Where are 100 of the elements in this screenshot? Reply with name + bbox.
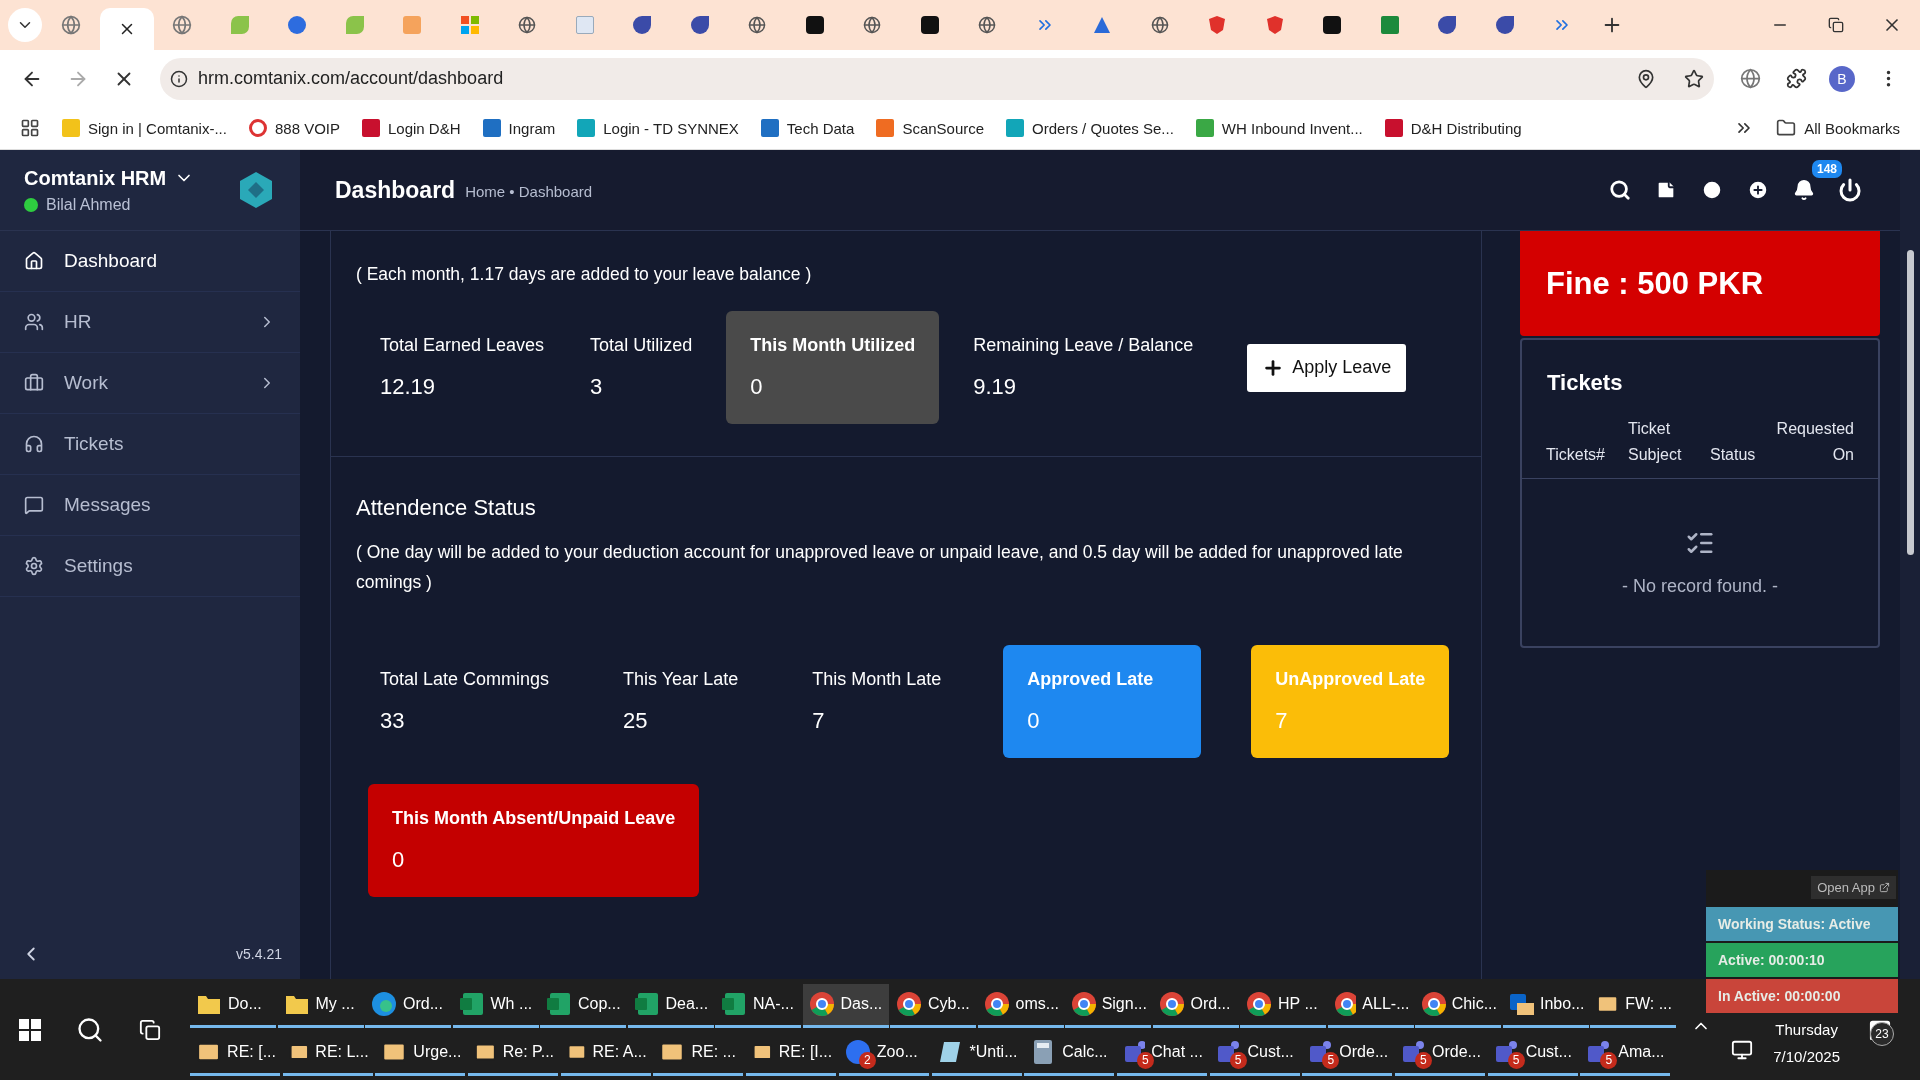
app-label: NA-... xyxy=(753,995,794,1013)
nav-item[interactable]: Tickets xyxy=(0,414,300,475)
taskbar-app[interactable]: HP ... xyxy=(1240,983,1326,1028)
taskbar-app[interactable]: RE: A... xyxy=(560,1031,651,1076)
settings-icon xyxy=(24,556,44,576)
open-app-button[interactable]: Open App xyxy=(1811,876,1896,899)
browser-icon xyxy=(1246,991,1272,1017)
site-info-icon[interactable] xyxy=(170,69,188,88)
bookmark-link[interactable]: ScanSource xyxy=(876,119,985,137)
taskbar-app[interactable]: Cyb... xyxy=(890,983,976,1028)
bell-icon[interactable] xyxy=(1793,179,1815,201)
taskbar-app[interactable]: *Unti... xyxy=(931,1031,1022,1076)
bookmark-link[interactable]: 888 VOIP xyxy=(248,119,340,137)
taskbar-app[interactable]: Ord... xyxy=(1152,983,1239,1028)
taskbar-app[interactable]: 5 Cust... xyxy=(1209,1031,1300,1076)
taskbar-app[interactable]: Ord... xyxy=(365,983,451,1028)
taskbar-app[interactable]: RE: L... xyxy=(282,1031,373,1076)
taskbar-app[interactable]: 5 Orde... xyxy=(1394,1031,1485,1076)
date-label: 7/10/2025 xyxy=(1773,1048,1840,1065)
taskbar-app[interactable]: ALL-... xyxy=(1327,983,1414,1028)
browser-icon xyxy=(1071,991,1096,1017)
browser-icon xyxy=(1333,991,1357,1017)
document-icon xyxy=(575,16,594,34)
app-label: RE: L... xyxy=(315,1043,369,1061)
taskbar-app[interactable]: RE: [I... xyxy=(746,1031,837,1076)
stat-label: This Month Absent/Unpaid Leave xyxy=(392,808,676,829)
bookmark-link[interactable]: Login D&H xyxy=(362,119,461,137)
address-bar[interactable]: hrm.comtanix.com/account/dashboard xyxy=(160,57,1714,100)
taskbar-app[interactable]: 5 Cust... xyxy=(1487,1031,1578,1076)
app-label: ALL-... xyxy=(1362,995,1410,1013)
nav-item[interactable]: Work xyxy=(0,353,300,414)
bookmark-star-icon[interactable] xyxy=(1684,68,1704,89)
globe-icon xyxy=(1150,16,1169,34)
browser-icon xyxy=(983,991,1010,1017)
app-label: Orde... xyxy=(1339,1043,1389,1061)
app-label: Urge... xyxy=(413,1043,462,1061)
taskbar-app[interactable]: Re: P... xyxy=(468,1031,559,1076)
taskbar-app[interactable]: Das... xyxy=(802,983,889,1028)
nav-item[interactable]: Settings xyxy=(0,536,300,597)
status-row: Active: 00:00:10 xyxy=(1706,943,1898,977)
app-label: RE: ... xyxy=(691,1043,736,1061)
app-label: RE: [... xyxy=(227,1043,276,1061)
app-switcher[interactable]: Comtanix HRM xyxy=(24,166,195,190)
globe-icon xyxy=(863,16,882,34)
scrollbar-thumb[interactable] xyxy=(1906,250,1914,555)
taskbar-app[interactable]: Urge... xyxy=(375,1031,466,1076)
location-icon[interactable] xyxy=(1636,68,1656,89)
taskbar-app[interactable]: Calc... xyxy=(1024,1031,1115,1076)
taskbar-app[interactable]: 2 Zoo... xyxy=(838,1031,929,1076)
square-logo-icon xyxy=(920,16,939,34)
taskbar-app[interactable]: Do... xyxy=(190,983,276,1028)
stat-label: This Month Utilized xyxy=(750,335,916,356)
taskbar-app[interactable]: RE: ... xyxy=(653,1031,744,1076)
taskbar-app[interactable]: Cop... xyxy=(540,983,626,1028)
all-bookmarks-link[interactable]: All Bookmarks xyxy=(1776,118,1900,138)
nav-item[interactable]: Dashboard xyxy=(0,231,300,292)
app-label: RE: [I... xyxy=(778,1043,833,1061)
bookmark-link[interactable]: Sign in | Comtanix-... xyxy=(62,119,227,137)
stat-label: Total Earned Leaves xyxy=(380,335,545,356)
leaf-icon xyxy=(230,16,249,34)
windows-logo-icon xyxy=(460,16,479,34)
stat-value: 3 xyxy=(590,374,604,400)
taskbar-app[interactable]: NA-... xyxy=(715,983,801,1028)
bookmark-link[interactable]: D&H Distributing xyxy=(1384,119,1522,137)
nav-item[interactable]: HR xyxy=(0,292,300,353)
user-name: Bilal Ahmed xyxy=(46,195,131,214)
taskbar-app[interactable]: 5 Orde... xyxy=(1302,1031,1393,1076)
taskbar-app[interactable]: FW: ... xyxy=(1590,983,1676,1028)
taskbar-app[interactable]: RE: [... xyxy=(190,1031,280,1076)
bookmark-link[interactable]: Ingram xyxy=(482,119,556,137)
breadcrumb: Home • Dashboard xyxy=(465,183,593,200)
bookmark-link[interactable]: Tech Data xyxy=(760,119,855,137)
column-header: Ticket Subject xyxy=(1628,419,1683,465)
bookmark-link[interactable]: WH Inbound Invent... xyxy=(1195,119,1363,137)
browser-icon xyxy=(1158,991,1185,1017)
card-title: Tickets xyxy=(1546,369,1624,397)
spreadsheet-icon xyxy=(721,991,747,1017)
taskbar-app[interactable]: Dea... xyxy=(627,983,714,1028)
taskbar-app[interactable]: Inbo... xyxy=(1502,983,1589,1028)
home-icon xyxy=(24,251,44,271)
leaf-icon xyxy=(345,16,364,34)
taskbar-app[interactable]: Sign... xyxy=(1065,983,1151,1028)
fine-amount: Fine : 500 PKR xyxy=(1546,265,1764,302)
nav-item[interactable]: Messages xyxy=(0,475,300,536)
app-label: oms... xyxy=(1015,995,1060,1013)
apply-leave-button[interactable]: Apply Leave xyxy=(1247,343,1407,392)
taskbar-app[interactable]: 5 Ama... xyxy=(1580,1031,1671,1076)
apps-icon[interactable] xyxy=(20,118,40,138)
taskbar-app[interactable]: oms... xyxy=(977,983,1064,1028)
browser-icon xyxy=(896,991,922,1017)
app-label: Do... xyxy=(228,995,262,1013)
profile-button[interactable]: B xyxy=(1822,58,1862,99)
taskbar-app[interactable]: My ... xyxy=(277,983,364,1028)
network-icon[interactable] xyxy=(1731,1038,1754,1061)
taskbar-app[interactable]: Wh ... xyxy=(452,983,539,1028)
bookmark-link[interactable]: Orders / Quotes Se... xyxy=(1006,119,1174,137)
stat-value: 33 xyxy=(380,708,406,734)
taskbar-app[interactable]: Chic... xyxy=(1415,983,1501,1028)
stat-value: 12.19 xyxy=(380,374,437,400)
bookmark-link[interactable]: Login - TD SYNNEX xyxy=(577,119,739,137)
